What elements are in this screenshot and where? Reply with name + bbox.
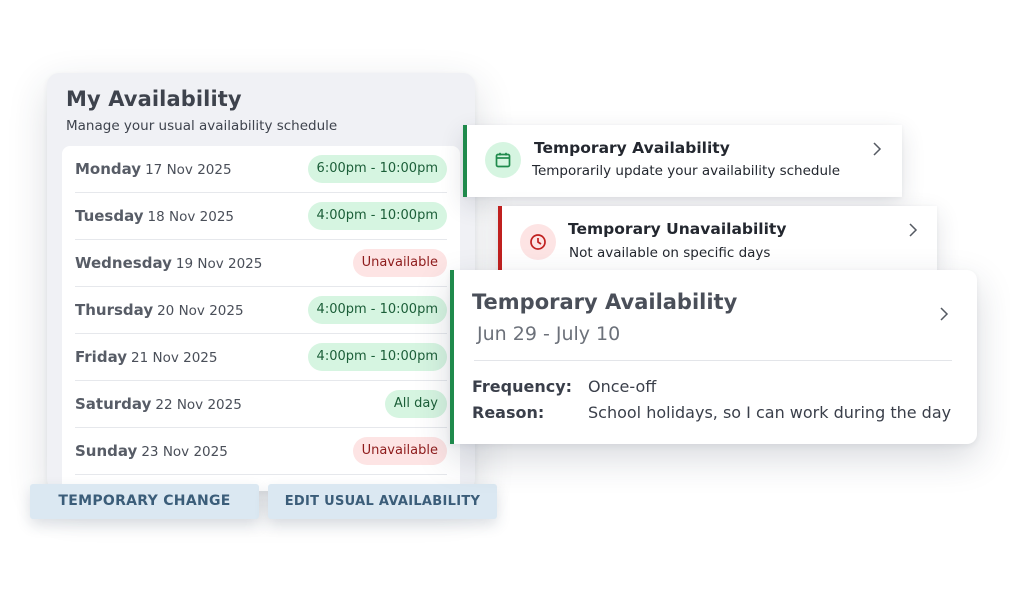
day-name: Saturday	[75, 395, 152, 413]
day-row-tuesday[interactable]: Tuesday 18 Nov 2025 4:00pm - 10:00pm	[75, 193, 447, 240]
day-date: 19 Nov 2025	[175, 256, 263, 272]
day-name: Friday	[75, 348, 128, 366]
availability-badge: 4:00pm - 10:00pm	[307, 343, 447, 371]
calendar-icon	[485, 142, 521, 178]
day-name: Monday	[75, 160, 142, 178]
page-title: My Availability	[66, 87, 242, 111]
temporary-availability-detail-card[interactable]: Temporary Availability Jun 29 - July 10 …	[450, 270, 977, 444]
chevron-right-icon[interactable]	[871, 141, 883, 157]
day-row-thursday[interactable]: Thursday 20 Nov 2025 4:00pm - 10:00pm	[75, 287, 447, 334]
day-name: Tuesday	[75, 207, 144, 225]
day-date: 17 Nov 2025	[145, 162, 232, 178]
day-date: 20 Nov 2025	[157, 303, 244, 319]
day-row-wednesday[interactable]: Wednesday 19 Nov 2025 Unavailable	[75, 240, 447, 287]
day-row-friday[interactable]: Friday 21 Nov 2025 4:00pm - 10:00pm	[75, 334, 447, 381]
date-range: Jun 29 - July 10	[477, 323, 621, 345]
day-date: 18 Nov 2025	[147, 209, 235, 225]
chevron-right-icon[interactable]	[938, 306, 950, 322]
day-name: Thursday	[75, 301, 154, 319]
edit-usual-availability-button[interactable]: EDIT USUAL AVAILABILITY	[268, 484, 497, 519]
temporary-availability-option[interactable]: Temporary Availability Temporarily updat…	[463, 125, 902, 197]
availability-badge: 6:00pm - 10:00pm	[307, 155, 447, 183]
temporary-change-button[interactable]: TEMPORARY CHANGE	[30, 484, 259, 519]
day-name: Wednesday	[75, 254, 172, 272]
reason-value: School holidays, so I can work during th…	[588, 403, 952, 422]
frequency-label: Frequency:	[472, 377, 573, 396]
option-description: Temporarily update your availability sch…	[532, 163, 841, 179]
chevron-right-icon[interactable]	[907, 222, 919, 238]
option-title: Temporary Availability	[534, 139, 730, 157]
day-row-sunday[interactable]: Sunday 23 Nov 2025 Unavailable	[75, 428, 447, 475]
divider	[474, 360, 952, 361]
option-description: Not available on specific days	[569, 245, 771, 261]
availability-screen: My Availability Manage your usual availa…	[0, 0, 1010, 591]
option-title: Temporary Unavailability	[568, 220, 787, 238]
unavailable-badge: Unavailable	[352, 437, 447, 465]
day-list: Monday 17 Nov 2025 6:00pm - 10:00pm Tuesd…	[62, 146, 460, 491]
day-date: 21 Nov 2025	[131, 350, 218, 366]
availability-badge: 4:00pm - 10:00pm	[307, 202, 447, 230]
availability-badge: 4:00pm - 10:00pm	[307, 296, 447, 324]
detail-title: Temporary Availability	[472, 290, 738, 314]
page-subtitle: Manage your usual availability schedule	[66, 118, 338, 134]
clock-icon	[520, 224, 556, 260]
my-availability-card: My Availability Manage your usual availa…	[47, 73, 475, 491]
day-date: 23 Nov 2025	[141, 444, 228, 460]
frequency-value: Once-off	[588, 377, 657, 396]
unavailable-badge: Unavailable	[352, 249, 447, 277]
reason-label: Reason:	[472, 403, 545, 422]
day-row-monday[interactable]: Monday 17 Nov 2025 6:00pm - 10:00pm	[75, 146, 447, 193]
day-date: 22 Nov 2025	[155, 397, 242, 413]
day-name: Sunday	[75, 442, 138, 460]
availability-badge: All day	[384, 390, 447, 418]
temporary-unavailability-option[interactable]: Temporary Unavailability Not available o…	[498, 206, 937, 277]
day-row-saturday[interactable]: Saturday 22 Nov 2025 All day	[75, 381, 447, 428]
